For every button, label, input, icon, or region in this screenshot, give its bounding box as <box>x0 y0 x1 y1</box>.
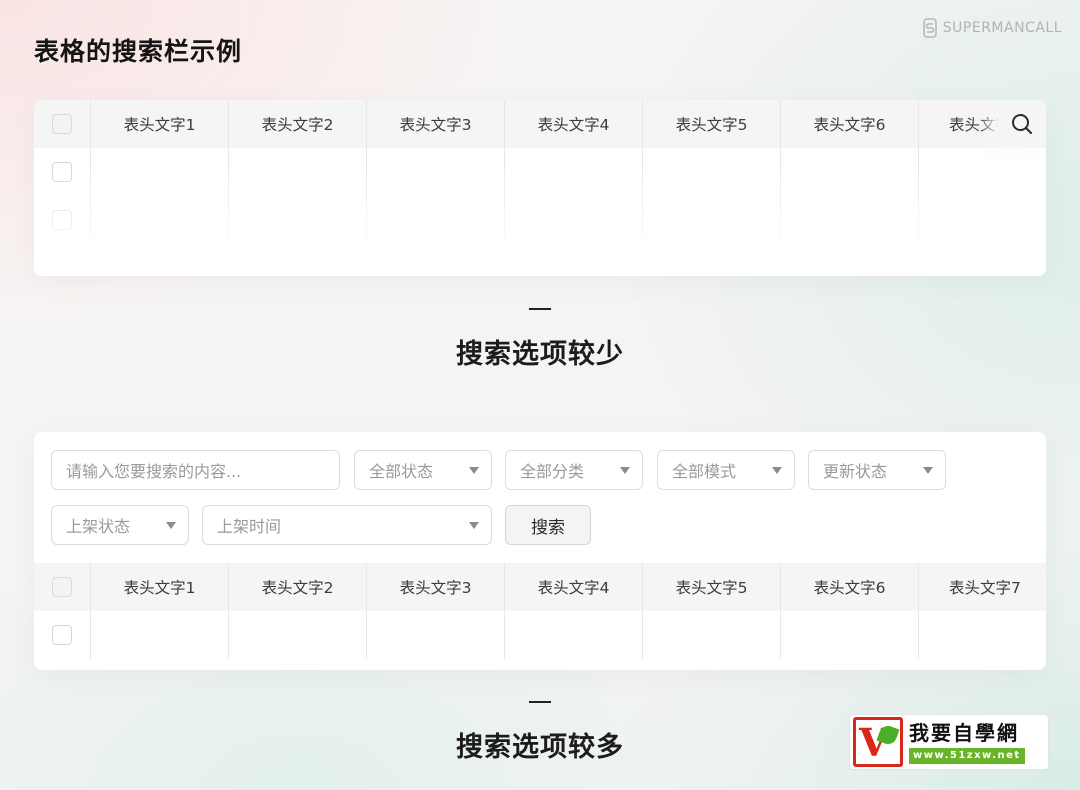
table-cell <box>780 196 918 244</box>
header-select-cell <box>34 563 90 611</box>
table-cell <box>918 196 1046 244</box>
caption-dash <box>529 701 551 703</box>
caret-down-icon <box>469 467 479 474</box>
table-cell <box>780 148 918 196</box>
row-checkbox[interactable] <box>52 162 72 182</box>
data-table: 表头文字1 表头文字2 表头文字3 表头文字4 表头文字5 表头文字6 表头文字… <box>34 563 1046 659</box>
select-value: 上架时间 <box>217 517 282 536</box>
caret-down-icon <box>166 522 176 529</box>
select-value: 全部模式 <box>672 462 737 481</box>
table-cell <box>366 611 504 659</box>
column-header[interactable]: 表头文字5 <box>642 100 780 148</box>
row-select-cell <box>34 196 90 244</box>
column-header[interactable]: 表头文字3 <box>366 563 504 611</box>
table-cell <box>504 148 642 196</box>
table-cell <box>780 244 918 276</box>
select-all-checkbox[interactable] <box>52 114 72 134</box>
table-cell <box>90 196 228 244</box>
search-icon <box>1012 114 1032 134</box>
table-cell <box>504 611 642 659</box>
row-select-cell <box>34 148 90 196</box>
category-select[interactable]: 全部分类 <box>505 450 643 490</box>
table-cell <box>918 611 1046 659</box>
section-caption: 搜索选项较少 <box>0 308 1080 371</box>
search-button[interactable]: 搜索 <box>505 505 591 545</box>
watermark-logo: V 我要自學網 www.51zxw.net <box>849 714 1049 770</box>
column-header[interactable]: 表头文字7 <box>918 563 1046 611</box>
table-cell <box>228 148 366 196</box>
caret-down-icon <box>772 467 782 474</box>
caption-dash <box>529 308 551 310</box>
table-cell <box>642 148 780 196</box>
table-cell <box>228 244 366 276</box>
table-row <box>34 148 1046 196</box>
caret-down-icon <box>469 522 479 529</box>
select-value: 更新状态 <box>823 462 888 481</box>
select-all-checkbox[interactable] <box>52 577 72 597</box>
column-header[interactable]: 表头文字4 <box>504 563 642 611</box>
table-cell <box>90 611 228 659</box>
select-value: 全部状态 <box>369 462 434 481</box>
watermark-url: www.51zxw.net <box>909 748 1025 764</box>
table-cell <box>90 244 228 276</box>
table-cell <box>366 196 504 244</box>
column-header[interactable]: 表头文字5 <box>642 563 780 611</box>
table-cell <box>504 196 642 244</box>
select-value: 上架状态 <box>66 517 131 536</box>
mode-select[interactable]: 全部模式 <box>657 450 795 490</box>
brand: SUPERMANCALL <box>922 18 1062 38</box>
caption-text: 搜索选项较少 <box>456 339 624 370</box>
row-select-cell <box>34 611 90 659</box>
column-header[interactable]: 表头文字6 <box>780 563 918 611</box>
watermark-name: 我要自學網 <box>909 721 1019 745</box>
table-cell <box>642 244 780 276</box>
search-input-placeholder: 请输入您要搜索的内容... <box>66 462 242 481</box>
table-cell <box>228 196 366 244</box>
table-cell <box>366 244 504 276</box>
caret-down-icon <box>923 467 933 474</box>
column-header[interactable]: 表头文字2 <box>228 100 366 148</box>
table-cell <box>90 148 228 196</box>
table-cell <box>642 611 780 659</box>
update-status-select[interactable]: 更新状态 <box>808 450 946 490</box>
table-cell <box>918 148 1046 196</box>
column-header[interactable]: 表头文字6 <box>780 100 918 148</box>
select-value: 全部分类 <box>520 462 585 481</box>
row-checkbox[interactable] <box>52 210 72 230</box>
table-row <box>34 196 1046 244</box>
column-header[interactable]: 表头文字4 <box>504 100 642 148</box>
header-select-cell <box>34 100 90 148</box>
table-cell <box>780 611 918 659</box>
search-input[interactable]: 请输入您要搜索的内容... <box>51 450 340 490</box>
table-row <box>34 611 1046 659</box>
row-select-cell <box>34 244 90 276</box>
row-checkbox[interactable] <box>52 625 72 645</box>
table-card-many-options: 请输入您要搜索的内容... 全部状态 全部分类 全部模式 更新状态 上架状态 上… <box>34 432 1046 670</box>
table-cell <box>918 244 1046 276</box>
table-header-row: 表头文字1 表头文字2 表头文字3 表头文字4 表头文字5 表头文字6 表头文字 <box>34 100 1046 148</box>
table-row <box>34 244 1046 276</box>
column-header[interactable]: 表头文字1 <box>90 563 228 611</box>
brand-name: SUPERMANCALL <box>942 20 1062 36</box>
status-select[interactable]: 全部状态 <box>354 450 492 490</box>
column-header[interactable]: 表头文字2 <box>228 563 366 611</box>
page-title: 表格的搜索栏示例 <box>34 37 243 66</box>
column-header[interactable]: 表头文字1 <box>90 100 228 148</box>
table-cell <box>228 611 366 659</box>
table-card-few-options: 表头文字1 表头文字2 表头文字3 表头文字4 表头文字5 表头文字6 表头文字 <box>34 100 1046 276</box>
data-table: 表头文字1 表头文字2 表头文字3 表头文字4 表头文字5 表头文字6 表头文字 <box>34 100 1046 276</box>
listing-status-select[interactable]: 上架状态 <box>51 505 189 545</box>
table-search-button[interactable] <box>998 100 1046 148</box>
table-cell <box>366 148 504 196</box>
column-header[interactable]: 表头文字3 <box>366 100 504 148</box>
caret-down-icon <box>620 467 630 474</box>
listing-time-select[interactable]: 上架时间 <box>202 505 492 545</box>
table-cell <box>504 244 642 276</box>
brand-logo-icon <box>922 18 937 38</box>
table-cell <box>642 196 780 244</box>
table-header-row: 表头文字1 表头文字2 表头文字3 表头文字4 表头文字5 表头文字6 表头文字… <box>34 563 1046 611</box>
v-logo-icon: V <box>853 717 903 767</box>
